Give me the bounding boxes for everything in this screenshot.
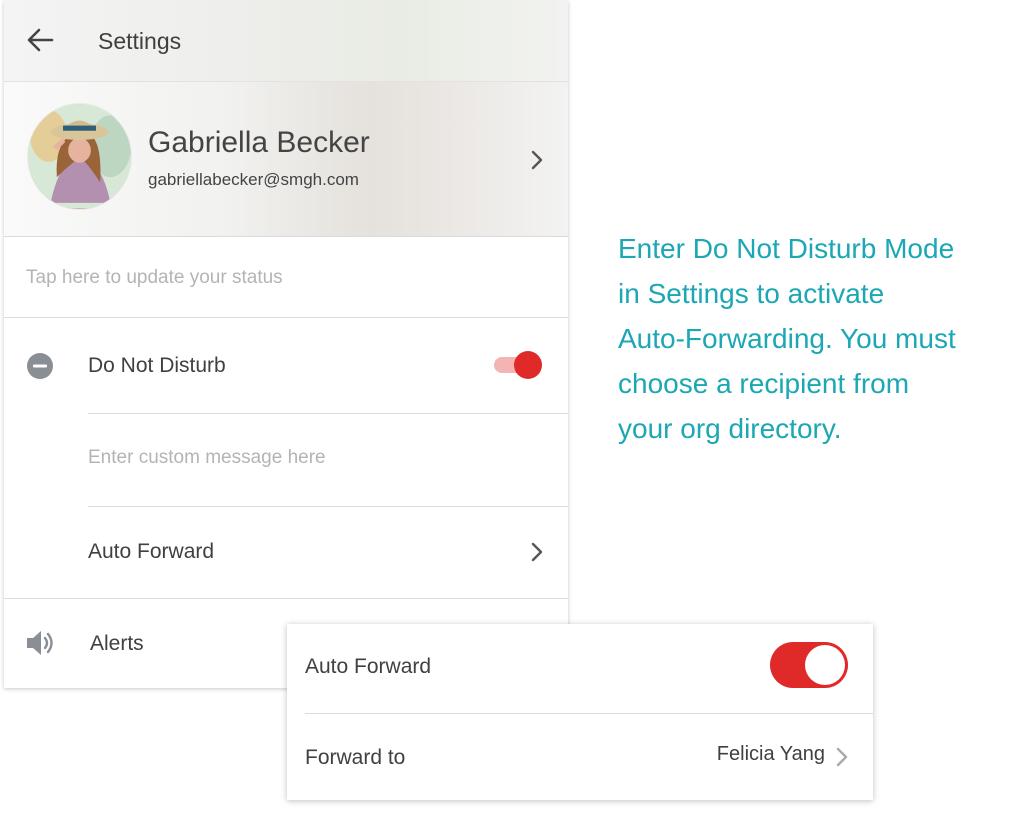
- profile-email: gabriellabecker@smgh.com: [148, 170, 359, 189]
- profile-row[interactable]: Gabriella Becker gabriellabecker@smgh.co…: [4, 82, 568, 237]
- caption-line: choose a recipient from: [618, 368, 910, 399]
- forward-to-row[interactable]: Forward to Felicia Yang: [287, 714, 873, 800]
- forward-to-label: Forward to: [305, 746, 406, 769]
- status-placeholder: Tap here to update your status: [26, 267, 283, 288]
- status-input[interactable]: Tap here to update your status: [4, 237, 568, 318]
- instruction-caption: Enter Do Not Disturb Mode in Settings to…: [618, 226, 1018, 451]
- caption-line: Enter Do Not Disturb Mode: [618, 233, 955, 264]
- chevron-right-icon: [531, 150, 543, 170]
- auto-forward-row[interactable]: Auto Forward: [4, 507, 568, 597]
- profile-name: Gabriella Becker: [148, 126, 370, 159]
- alerts-label: Alerts: [90, 632, 144, 655]
- app-bar: Settings: [4, 0, 568, 82]
- auto-forward-toggle[interactable]: [769, 641, 849, 689]
- forward-to-value: Felicia Yang: [716, 743, 825, 765]
- settings-screen: Settings Gabriella Becker gabriellabecke…: [4, 0, 568, 688]
- auto-forward-toggle-label: Auto Forward: [305, 655, 432, 678]
- page-title: Settings: [98, 28, 182, 54]
- caption-line: Auto-Forwarding. You must: [618, 323, 956, 354]
- arrow-left-icon[interactable]: [26, 26, 54, 54]
- chevron-right-icon: [531, 542, 543, 562]
- chevron-right-icon: [836, 747, 848, 767]
- divider: [88, 413, 568, 414]
- caption-line: in Settings to activate: [618, 278, 885, 309]
- avatar: [28, 104, 131, 209]
- caption-line: your org directory.: [618, 413, 842, 444]
- speaker-icon: [27, 631, 53, 655]
- minus-circle-icon: [27, 353, 53, 379]
- do-not-disturb-label: Do Not Disturb: [88, 354, 226, 377]
- auto-forward-label: Auto Forward: [88, 540, 215, 563]
- auto-forward-card: Auto Forward Forward to Felicia Yang: [287, 624, 873, 800]
- do-not-disturb-toggle[interactable]: [492, 348, 546, 382]
- custom-message-input[interactable]: Enter custom message here: [88, 447, 326, 469]
- do-not-disturb-row: Do Not Disturb: [4, 318, 568, 413]
